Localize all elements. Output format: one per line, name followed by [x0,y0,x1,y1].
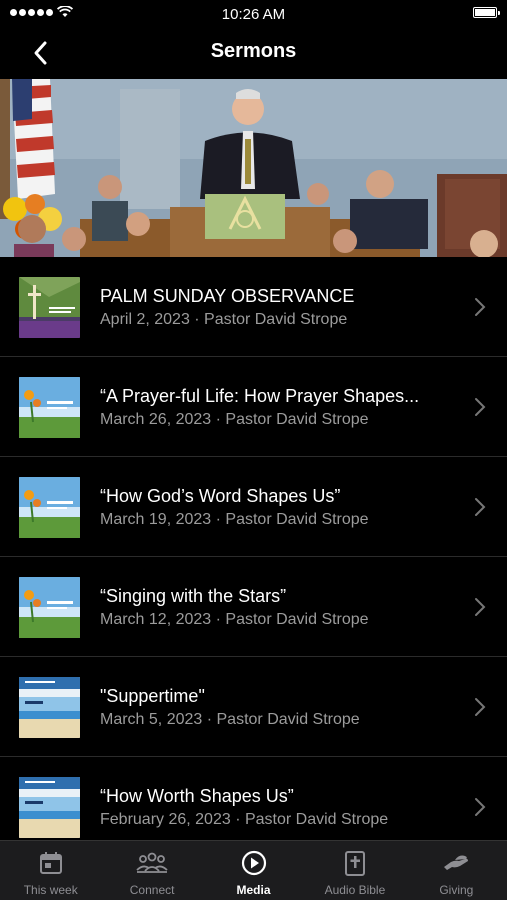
sermon-thumbnail [19,277,80,338]
tab-label: This week [23,883,78,897]
tab-bar: This week Connect Media Audio Bible Givi… [0,840,507,900]
tab-label: Audio Bible [324,883,386,897]
sermon-thumbnail [19,677,80,738]
status-bar: 10:26 AM [0,0,507,28]
sermon-date-speaker: March 26, 2023 · Pastor David Strope [100,411,369,428]
chevron-right-icon [475,398,486,416]
sermon-row[interactable]: "Suppertime" March 5, 2023 · Pastor Davi… [0,657,507,757]
sermon-title: "Suppertime" [100,686,205,706]
tab-connect[interactable]: Connect [101,841,202,900]
sermon-thumbnail [19,477,80,538]
sermon-title: “Singing with the Stars” [100,586,287,606]
signal-strength-icon [10,8,53,16]
chevron-right-icon [475,798,486,816]
sermon-row[interactable]: “A Prayer-ful Life: How Prayer Shapes...… [0,357,507,457]
sermon-row[interactable]: “How God’s Word Shapes Us” March 19, 202… [0,457,507,557]
calendar-icon [39,852,62,874]
wifi-icon [57,6,73,17]
navigation-bar: Sermons [0,28,507,78]
sermon-row[interactable]: “Singing with the Stars” March 12, 2023 … [0,557,507,657]
signal-indicators [10,6,73,18]
tab-label: Giving [439,883,474,897]
bible-icon [344,851,365,876]
tab-label: Media [236,883,271,897]
sermon-row[interactable]: “How Worth Shapes Us” February 26, 2023 … [0,757,507,841]
play-circle-icon [241,850,266,876]
sermon-row[interactable]: PALM SUNDAY OBSERVANCE April 2, 2023 · P… [0,257,507,357]
sermon-date-speaker: April 2, 2023 · Pastor David Strope [100,311,348,328]
tab-this-week[interactable]: This week [0,841,101,900]
sermon-thumbnail [19,377,80,438]
tab-label: Connect [129,883,175,897]
sermon-list: PALM SUNDAY OBSERVANCE April 2, 2023 · P… [0,257,507,841]
sermon-date-speaker: March 12, 2023 · Pastor David Strope [100,611,369,628]
sermon-date-speaker: March 19, 2023 · Pastor David Strope [100,511,369,528]
sermon-thumbnail [19,577,80,638]
chevron-right-icon [475,498,486,516]
sermon-date-speaker: March 5, 2023 · Pastor David Strope [100,711,360,728]
people-icon [136,852,168,873]
tab-audio-bible[interactable]: Audio Bible [304,841,405,900]
sermon-thumbnail [19,777,80,838]
sermon-title: “How God’s Word Shapes Us” [100,486,341,506]
giving-hand-icon [444,855,469,870]
status-time: 10:26 AM [221,5,286,23]
page-title: Sermons [210,40,297,62]
chevron-right-icon [475,298,486,316]
chevron-right-icon [475,598,486,616]
sermon-hero-image [0,79,507,257]
tab-giving[interactable]: Giving [406,841,507,900]
sermon-title: PALM SUNDAY OBSERVANCE [100,286,355,306]
battery-icon [473,7,500,18]
chevron-right-icon [475,698,486,716]
sermon-date-speaker: February 26, 2023 · Pastor David Strope [100,811,389,828]
sermon-title: “A Prayer-ful Life: How Prayer Shapes... [100,386,420,406]
tab-media[interactable]: Media [203,841,304,900]
sermon-title: “How Worth Shapes Us” [100,786,294,806]
